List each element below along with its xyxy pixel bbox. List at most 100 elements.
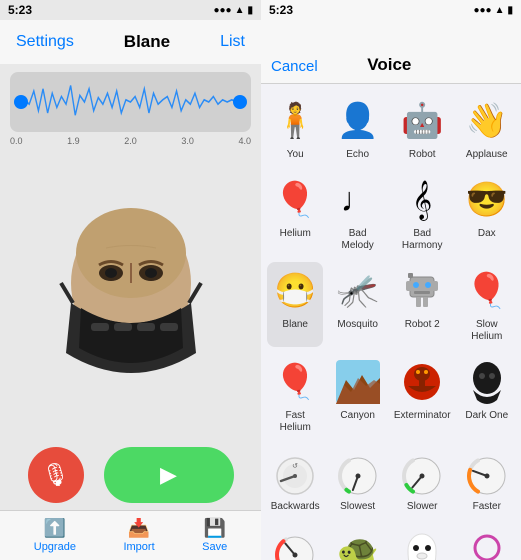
voice-label-canyon: Canyon bbox=[340, 410, 374, 422]
voice-label-slowest: Slowest bbox=[340, 501, 375, 513]
left-status-icons: ●●● ▲ ▮ bbox=[213, 5, 253, 16]
voice-label-faster: Faster bbox=[473, 501, 501, 513]
voice-item-applause[interactable]: 👋 Applause bbox=[459, 92, 515, 165]
voice-label-fast-helium: Fast Helium bbox=[269, 410, 321, 434]
import-label: Import bbox=[123, 541, 154, 553]
voice-label-blane: Blane bbox=[282, 319, 308, 331]
voice-icon-higher bbox=[462, 527, 512, 560]
voice-label-you: You bbox=[287, 149, 304, 161]
voice-item-fast-helium[interactable]: 🎈 Fast Helium bbox=[267, 353, 323, 438]
voice-label-robot: Robot bbox=[409, 149, 436, 161]
waveform-display bbox=[20, 80, 241, 124]
voice-item-backwards[interactable]: ↺ Backwards bbox=[267, 444, 323, 517]
save-button[interactable]: 💾 Save bbox=[202, 518, 227, 553]
voice-item-slow-helium[interactable]: 🎈 Slow Helium bbox=[459, 262, 515, 347]
voice-icon-blane: 😷 bbox=[270, 266, 320, 316]
voice-icon-helium: 🎈 bbox=[270, 175, 320, 225]
upload-icon: ⬆️ bbox=[44, 518, 66, 539]
voice-icon-dax: 😎 bbox=[462, 175, 512, 225]
wifi-icon-r: ▲ bbox=[495, 5, 505, 16]
microphone-icon: 🎙 bbox=[42, 462, 70, 488]
left-panel: 5:23 ●●● ▲ ▮ Settings Blane List 0.0 1.9… bbox=[0, 0, 261, 560]
voice-item-dark-one[interactable]: Dark One bbox=[459, 353, 515, 438]
voice-icon-applause: 👋 bbox=[462, 96, 512, 146]
list-button[interactable]: List bbox=[220, 33, 245, 51]
voice-label-mosquito: Mosquito bbox=[337, 319, 378, 331]
voice-icon-fastest bbox=[270, 527, 320, 560]
voice-label-bad-harmony: Bad Harmony bbox=[394, 228, 451, 252]
voice-item-haunting[interactable]: Haunting bbox=[392, 523, 453, 560]
left-nav-bar: Settings Blane List bbox=[0, 20, 261, 64]
voice-icon-slow-helium: 🎈 bbox=[462, 266, 512, 316]
left-nav-title: Blane bbox=[124, 32, 170, 52]
wifi-icon: ▲ bbox=[235, 5, 245, 16]
waveform-labels: 0.0 1.9 2.0 3.0 4.0 bbox=[0, 136, 261, 146]
voice-item-robot2[interactable]: Robot 2 bbox=[392, 262, 453, 347]
voice-item-slower[interactable]: Slower bbox=[392, 444, 453, 517]
voice-label-slow-helium: Slow Helium bbox=[461, 319, 513, 343]
play-button[interactable]: ▶ bbox=[104, 447, 234, 503]
voice-item-exterminator[interactable]: Exterminator bbox=[392, 353, 453, 438]
voice-icon-turtle: 🐢 bbox=[333, 527, 383, 560]
right-status-time: 5:23 bbox=[269, 3, 293, 17]
right-status-icons: ●●● ▲ ▮ bbox=[473, 5, 513, 16]
import-button[interactable]: 📥 Import bbox=[123, 518, 154, 553]
voice-label-backwards: Backwards bbox=[271, 501, 320, 513]
voice-item-blane[interactable]: 😷 Blane bbox=[267, 262, 323, 347]
cancel-button[interactable]: Cancel bbox=[271, 58, 318, 75]
voice-item-mosquito[interactable]: 🦟 Mosquito bbox=[329, 262, 385, 347]
voice-item-higher[interactable]: Higher bbox=[459, 523, 515, 560]
voice-icon-fast-helium: 🎈 bbox=[270, 357, 320, 407]
voice-item-fastest[interactable]: Fastest bbox=[267, 523, 323, 560]
right-panel: 5:23 ●●● ▲ ▮ Cancel Voice 🧍You👤Echo🤖Robo… bbox=[261, 0, 521, 560]
upgrade-label: Upgrade bbox=[34, 541, 76, 553]
voice-grid: 🧍You👤 Echo 🤖 Robot 👋 Applause 🎈Helium♩Bad Melo… bbox=[261, 84, 521, 560]
import-icon: 📥 bbox=[128, 518, 150, 539]
voice-icon-exterminator bbox=[397, 357, 447, 407]
voice-label-dark-one: Dark One bbox=[465, 410, 508, 422]
voice-icon-dark-one bbox=[462, 357, 512, 407]
voice-icon-backwards: ↺ bbox=[270, 448, 320, 498]
voice-icon-faster bbox=[462, 448, 512, 498]
right-status-bar: 5:23 ●●● ▲ ▮ bbox=[261, 0, 521, 20]
voice-label-exterminator: Exterminator bbox=[394, 410, 451, 422]
voice-item-canyon[interactable]: Canyon bbox=[329, 353, 385, 438]
voice-item-turtle[interactable]: 🐢Turtle bbox=[329, 523, 385, 560]
voice-icon-slower bbox=[397, 448, 447, 498]
voice-item-bad-harmony[interactable]: 𝄞Bad Harmony bbox=[392, 171, 453, 256]
battery-icon-r: ▮ bbox=[507, 5, 513, 16]
voice-icon-canyon bbox=[333, 357, 383, 407]
left-status-bar: 5:23 ●●● ▲ ▮ bbox=[0, 0, 261, 20]
svg-text:↺: ↺ bbox=[292, 463, 298, 470]
voice-item-slowest[interactable]: Slowest bbox=[329, 444, 385, 517]
battery-icon: ▮ bbox=[247, 5, 253, 16]
voice-label-bad-melody: Bad Melody bbox=[331, 228, 383, 252]
voice-icon-robot: 🤖 bbox=[397, 96, 447, 146]
voice-icon-haunting bbox=[397, 527, 447, 560]
waveform-right-handle[interactable] bbox=[233, 95, 247, 109]
voice-icon-echo: 👤 bbox=[333, 96, 383, 146]
voice-label-applause: Applause bbox=[466, 149, 508, 161]
left-status-time: 5:23 bbox=[8, 3, 32, 17]
voice-label-echo: Echo bbox=[346, 149, 369, 161]
voice-icon-mosquito: 🦟 bbox=[333, 266, 383, 316]
avatar-area bbox=[0, 146, 261, 440]
voice-label-slower: Slower bbox=[407, 501, 438, 513]
voice-item-helium[interactable]: 🎈Helium bbox=[267, 171, 323, 256]
controls-area: 🎙 ▶ bbox=[0, 440, 261, 510]
save-label: Save bbox=[202, 541, 227, 553]
voice-icon-slowest bbox=[333, 448, 383, 498]
record-button[interactable]: 🎙 bbox=[28, 447, 84, 503]
voice-icon-robot2 bbox=[397, 266, 447, 316]
voice-item-robot[interactable]: 🤖 Robot bbox=[392, 92, 453, 165]
settings-button[interactable]: Settings bbox=[16, 33, 74, 51]
voice-item-you[interactable]: 🧍You bbox=[267, 92, 323, 165]
voice-item-dax[interactable]: 😎 Dax bbox=[459, 171, 515, 256]
voice-label-dax: Dax bbox=[478, 228, 496, 240]
voice-item-echo[interactable]: 👤 Echo bbox=[329, 92, 385, 165]
voice-item-faster[interactable]: Faster bbox=[459, 444, 515, 517]
upgrade-button[interactable]: ⬆️ Upgrade bbox=[34, 518, 76, 553]
play-icon: ▶ bbox=[160, 462, 177, 488]
waveform-container[interactable] bbox=[10, 72, 251, 132]
voice-item-bad-melody[interactable]: ♩Bad Melody bbox=[329, 171, 385, 256]
